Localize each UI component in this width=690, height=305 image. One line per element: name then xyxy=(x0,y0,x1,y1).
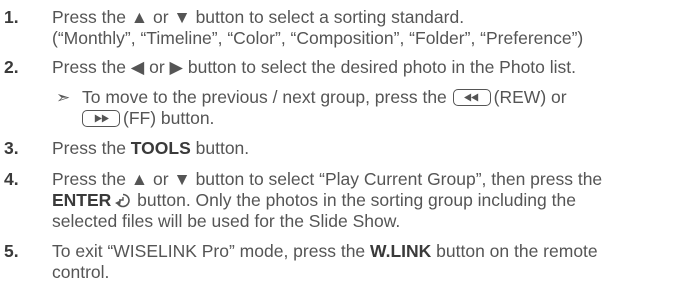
step-number: 5. xyxy=(4,241,19,261)
step-text: (“Monthly”, “Timeline”, “Color”, “Compos… xyxy=(52,28,584,48)
note-line: To move to the previous / next group, pr… xyxy=(82,87,682,108)
step-text: Press the ▲ or ▼ button to select a sort… xyxy=(52,7,465,27)
step-text-part: button on the remote xyxy=(431,241,598,261)
step-text-part: button. Only the photos in the sorting g… xyxy=(132,190,576,210)
step-body: Press the ▲ or ▼ button to select a sort… xyxy=(52,7,686,49)
step-number: 2. xyxy=(4,57,19,77)
step-number: 3. xyxy=(4,138,19,158)
fast-forward-icon xyxy=(82,110,120,127)
step-text: Press the ◀ or ▶ button to select the de… xyxy=(52,57,577,77)
rew-label: (REW) or xyxy=(493,87,567,107)
instruction-list: 1. Press the ▲ or ▼ button to select a s… xyxy=(0,0,690,305)
wlink-button-label: W.LINK xyxy=(370,241,432,261)
step-number: 4. xyxy=(4,169,19,189)
step-text-part: Press the xyxy=(52,138,131,158)
rewind-icon xyxy=(452,89,491,106)
step-text: To exit “WISELINK Pro” mode, press the W… xyxy=(52,241,686,262)
step-text-part: To exit “WISELINK Pro” mode, press the xyxy=(52,241,371,261)
note-text: To move to the previous / next group, pr… xyxy=(82,87,447,107)
note-body: To move to the previous / next group, pr… xyxy=(82,87,682,129)
step-body: Press the TOOLS button. xyxy=(52,138,686,159)
note-line: (FF) button. xyxy=(82,108,682,129)
ff-label: (FF) button. xyxy=(123,108,215,128)
step-text-part: button. xyxy=(190,138,250,158)
step-text: Press the ▲ or ▼ button to select “Play … xyxy=(52,169,603,189)
step-body: Press the ◀ or ▶ button to select the de… xyxy=(52,57,686,78)
note-arrow-icon: ➣ xyxy=(56,88,71,107)
enter-button-label: ENTER xyxy=(52,190,112,210)
step-number: 1. xyxy=(4,7,19,27)
step-body: Press the ▲ or ▼ button to select “Play … xyxy=(52,169,686,232)
step-text: Press the TOOLS button. xyxy=(52,138,686,159)
step-text: selected files will be used for the Slid… xyxy=(52,211,401,231)
step-body: To exit “WISELINK Pro” mode, press the W… xyxy=(52,241,686,283)
tools-button-label: TOOLS xyxy=(130,138,191,158)
step-text: ENTER button. Only the photos in the sor… xyxy=(52,190,686,211)
enter-icon xyxy=(115,193,131,208)
step-text: control. xyxy=(52,262,110,282)
